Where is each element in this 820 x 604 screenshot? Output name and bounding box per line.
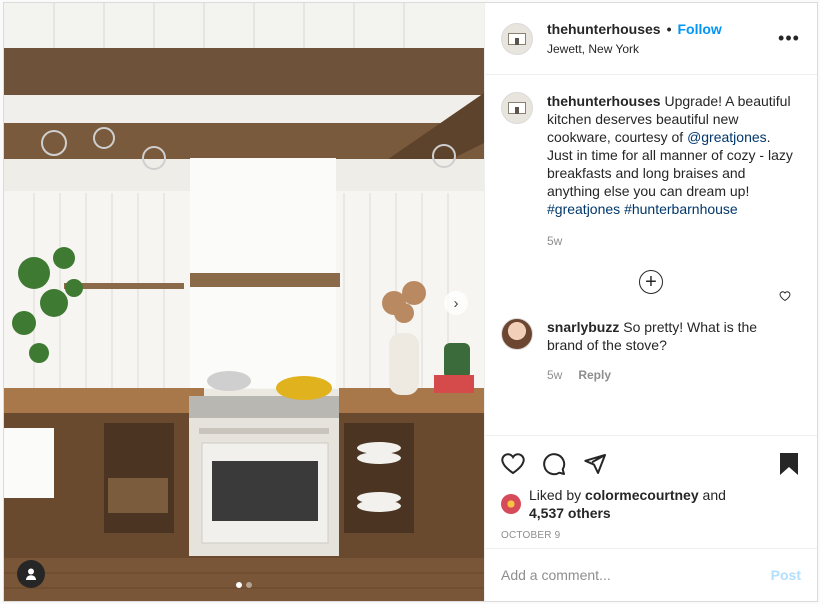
comment-input[interactable] — [501, 567, 771, 583]
caption-avatar[interactable] — [501, 92, 533, 124]
chevron-right-icon: › — [453, 294, 459, 312]
liked-by-prefix: Liked by — [529, 487, 582, 503]
caption-username[interactable]: thehunterhouses — [547, 93, 661, 109]
house-logo-icon — [508, 32, 526, 45]
post-actions: Liked by colormecourtney and 4,537 others… — [485, 435, 817, 541]
comments-section: thehunterhouses Upgrade! A beautiful kit… — [485, 76, 817, 434]
mention-link[interactable]: @greatjones — [687, 129, 767, 145]
slide-dot — [246, 582, 252, 588]
liker-username[interactable]: colormecourtney — [585, 487, 699, 503]
heart-icon[interactable] — [501, 452, 525, 476]
liker-avatar[interactable] — [501, 494, 521, 514]
load-more-comments-button[interactable]: + — [639, 270, 663, 294]
next-slide-button[interactable]: › — [444, 291, 468, 315]
hashtag-link-2[interactable]: #hunterbarnhouse — [624, 201, 738, 217]
comment-like-button[interactable] — [779, 290, 791, 305]
location-link[interactable]: Jewett, New York — [547, 42, 777, 56]
slide-dot — [236, 582, 242, 588]
post-photo[interactable]: › — [4, 3, 484, 601]
likes-count[interactable]: 4,537 others — [529, 505, 611, 521]
plus-icon: + — [645, 271, 657, 293]
heart-outline-icon — [779, 291, 791, 302]
follow-button[interactable]: Follow — [677, 21, 721, 37]
house-logo-icon — [508, 102, 526, 114]
post-comment-button[interactable]: Post — [771, 567, 801, 583]
post-date: OCTOBER 9 — [501, 530, 561, 541]
likes-summary: Liked by colormecourtney and 4,537 others — [501, 486, 801, 522]
comment-text: snarlybuzz So pretty! What is the brand … — [547, 318, 769, 354]
avatar[interactable] — [501, 22, 533, 55]
instagram-post: › thehunterhouses • Follow Jewett, New Y… — [3, 2, 818, 602]
caption: thehunterhouses Upgrade! A beautiful kit… — [501, 92, 801, 248]
comment-time: 5w — [547, 368, 563, 382]
comment-icon[interactable] — [542, 452, 566, 476]
user-tag-button[interactable] — [17, 560, 45, 588]
slide-indicator — [236, 582, 252, 588]
caption-time: 5w — [547, 234, 563, 248]
post-header: thehunterhouses • Follow Jewett, New Yor… — [485, 3, 817, 75]
post-sidebar: thehunterhouses • Follow Jewett, New Yor… — [484, 3, 817, 601]
bookmark-icon[interactable] — [777, 452, 801, 476]
comment-item: snarlybuzz So pretty! What is the brand … — [501, 318, 801, 382]
more-horizontal-icon: ••• — [778, 28, 800, 48]
caption-text: thehunterhouses Upgrade! A beautiful kit… — [547, 92, 795, 218]
likes-and: and — [702, 487, 726, 503]
separator-dot: • — [666, 21, 672, 37]
header-username[interactable]: thehunterhouses — [547, 21, 661, 37]
reply-button[interactable]: Reply — [578, 368, 611, 382]
add-comment-bar: Post — [485, 548, 817, 601]
more-options-button[interactable]: ••• — [777, 27, 801, 51]
commenter-avatar[interactable] — [501, 318, 533, 350]
user-tag-icon — [26, 568, 36, 580]
hashtag-link-1[interactable]: #greatjones — [547, 201, 620, 217]
share-icon[interactable] — [583, 452, 607, 476]
kitchen-photo — [4, 3, 484, 601]
comment-username[interactable]: snarlybuzz — [547, 319, 619, 335]
